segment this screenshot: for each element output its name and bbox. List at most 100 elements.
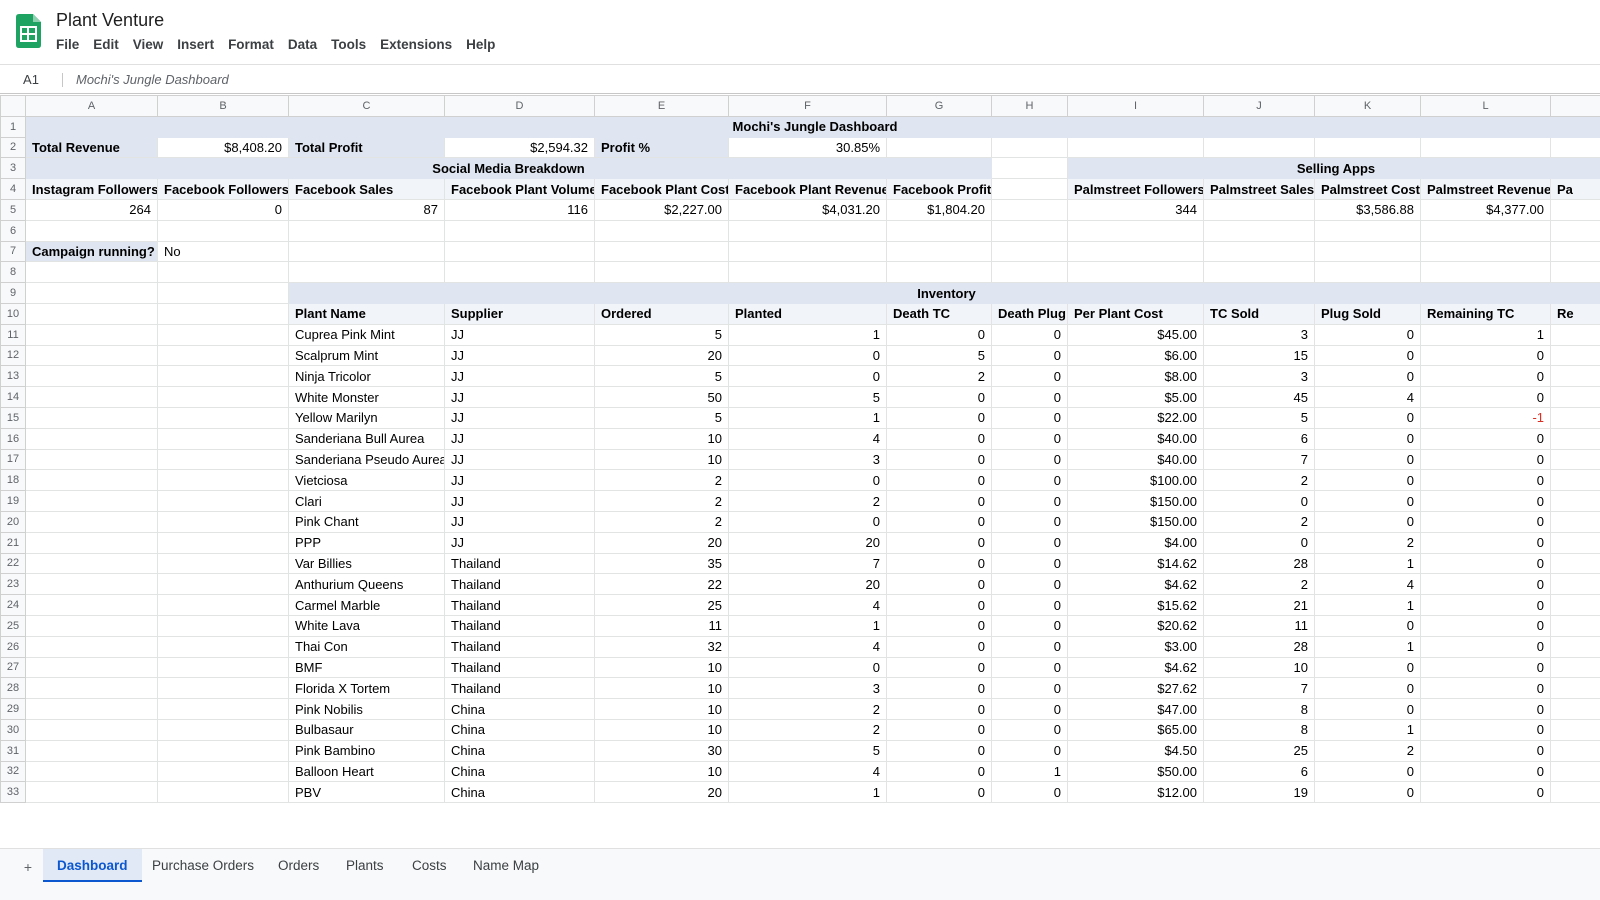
inventory-cell[interactable]: 0 — [728, 656, 887, 679]
inventory-cell[interactable]: 11 — [1203, 614, 1315, 637]
inventory-cell[interactable]: 0 — [1314, 323, 1421, 346]
inventory-cell[interactable]: 21 — [1203, 594, 1315, 616]
cell[interactable] — [991, 240, 1068, 263]
cell[interactable] — [886, 136, 992, 159]
document-title[interactable]: Plant Venture — [56, 10, 164, 31]
sheet-tab-dashboard[interactable]: Dashboard — [43, 849, 142, 882]
cell[interactable] — [25, 594, 158, 616]
inventory-cell[interactable]: BMF — [288, 656, 445, 679]
apps-header[interactable]: Pa — [1550, 178, 1600, 200]
inventory-cell[interactable]: 0 — [1420, 614, 1551, 637]
row-header[interactable]: 30 — [0, 718, 26, 741]
cell[interactable] — [1314, 240, 1421, 263]
inventory-cell[interactable]: Sanderiana Pseudo Aurea — [288, 448, 445, 471]
cell[interactable] — [728, 261, 887, 284]
cell[interactable] — [444, 219, 595, 242]
inventory-cell[interactable]: $27.62 — [1067, 677, 1204, 700]
row-header[interactable]: 14 — [0, 386, 26, 408]
apps-value[interactable]: $3,586.88 — [1314, 198, 1421, 221]
inventory-cell[interactable]: 0 — [886, 323, 992, 346]
row-header[interactable]: 9 — [0, 282, 26, 304]
cell[interactable] — [25, 386, 158, 408]
inventory-cell[interactable]: 5 — [728, 739, 887, 762]
row-header[interactable]: 3 — [0, 157, 26, 180]
cell[interactable] — [25, 656, 158, 679]
inventory-cell[interactable]: 0 — [728, 365, 887, 388]
total-profit-value[interactable]: $2,594.32 — [444, 136, 595, 159]
inventory-header[interactable]: Planted — [728, 302, 887, 325]
inventory-cell[interactable]: 4 — [728, 760, 887, 783]
inventory-cell[interactable]: $50.00 — [1067, 760, 1204, 783]
row-header[interactable]: 1 — [0, 115, 26, 138]
cell-table[interactable]: ABCDEFGHIJKL 1 Mochi's Jungle Dashboard 2 T… — [0, 95, 1600, 804]
inventory-cell[interactable]: 20 — [594, 531, 729, 554]
inventory-cell[interactable]: PBV — [288, 781, 445, 804]
cell[interactable] — [886, 261, 992, 284]
inventory-cell[interactable]: Scalprum Mint — [288, 344, 445, 367]
inventory-cell[interactable]: 0 — [886, 739, 992, 762]
inventory-cell[interactable]: $20.62 — [1067, 614, 1204, 637]
inventory-cell[interactable]: 0 — [728, 510, 887, 533]
dashboard-title[interactable]: Mochi's Jungle Dashboard — [25, 115, 1600, 138]
cell[interactable] — [594, 219, 729, 242]
cell[interactable] — [991, 136, 1068, 159]
cell[interactable] — [991, 219, 1068, 242]
cell[interactable] — [157, 490, 289, 512]
cell[interactable] — [25, 302, 158, 325]
inventory-cell[interactable]: Carmel Marble — [288, 594, 445, 616]
row-header[interactable]: 21 — [0, 531, 26, 554]
social-value[interactable]: 0 — [157, 198, 289, 221]
social-header[interactable]: Facebook Plant Revenue — [728, 178, 887, 200]
cell[interactable] — [1420, 219, 1551, 242]
inventory-cell[interactable]: 0 — [991, 614, 1068, 637]
inventory-header[interactable]: Supplier — [444, 302, 595, 325]
cell[interactable] — [1550, 635, 1600, 658]
column-header[interactable]: A — [25, 95, 158, 117]
inventory-cell[interactable]: $4.50 — [1067, 739, 1204, 762]
cell[interactable] — [25, 406, 158, 429]
campaign-value[interactable]: No — [157, 240, 289, 263]
inventory-cell[interactable]: China — [444, 739, 595, 762]
inventory-cell[interactable]: $12.00 — [1067, 781, 1204, 804]
inventory-cell[interactable]: 0 — [1314, 698, 1421, 720]
inventory-cell[interactable]: 50 — [594, 386, 729, 408]
inventory-cell[interactable]: JJ — [444, 427, 595, 450]
cell[interactable] — [1314, 136, 1421, 159]
inventory-cell[interactable]: 0 — [886, 490, 992, 512]
inventory-header[interactable]: Per Plant Cost — [1067, 302, 1204, 325]
inventory-cell[interactable]: 0 — [1420, 594, 1551, 616]
sheet-tab-purchase-orders[interactable]: Purchase Orders — [138, 849, 268, 882]
inventory-cell[interactable]: 0 — [991, 510, 1068, 533]
inventory-cell[interactable]: 15 — [1203, 344, 1315, 367]
inventory-cell[interactable]: 1 — [728, 781, 887, 804]
cell[interactable] — [25, 282, 158, 304]
inventory-cell[interactable]: JJ — [444, 344, 595, 367]
inventory-cell[interactable]: $100.00 — [1067, 469, 1204, 492]
inventory-cell[interactable]: 0 — [1420, 469, 1551, 492]
cell[interactable] — [157, 261, 289, 284]
inventory-cell[interactable]: 6 — [1203, 760, 1315, 783]
cell[interactable] — [25, 427, 158, 450]
inventory-cell[interactable]: Balloon Heart — [288, 760, 445, 783]
inventory-cell[interactable]: 0 — [886, 573, 992, 596]
cell[interactable] — [1420, 136, 1551, 159]
inventory-header[interactable]: Ordered — [594, 302, 729, 325]
cell[interactable] — [1550, 323, 1600, 346]
inventory-cell[interactable]: 10 — [594, 718, 729, 741]
inventory-cell[interactable]: 0 — [991, 469, 1068, 492]
inventory-cell[interactable]: China — [444, 760, 595, 783]
social-header[interactable]: Facebook Plant Cost — [594, 178, 729, 200]
cell[interactable] — [157, 323, 289, 346]
inventory-cell[interactable]: JJ — [444, 469, 595, 492]
inventory-cell[interactable]: 0 — [1420, 386, 1551, 408]
menu-insert[interactable]: Insert — [177, 37, 214, 55]
inventory-cell[interactable]: 7 — [728, 552, 887, 575]
cell[interactable] — [25, 469, 158, 492]
column-header[interactable]: L — [1420, 95, 1551, 117]
inventory-cell[interactable]: JJ — [444, 490, 595, 512]
column-header[interactable]: E — [594, 95, 729, 117]
inventory-cell[interactable]: 0 — [1314, 406, 1421, 429]
inventory-header[interactable]: Plug Sold — [1314, 302, 1421, 325]
cell[interactable] — [157, 427, 289, 450]
inventory-cell[interactable]: 7 — [1203, 448, 1315, 471]
